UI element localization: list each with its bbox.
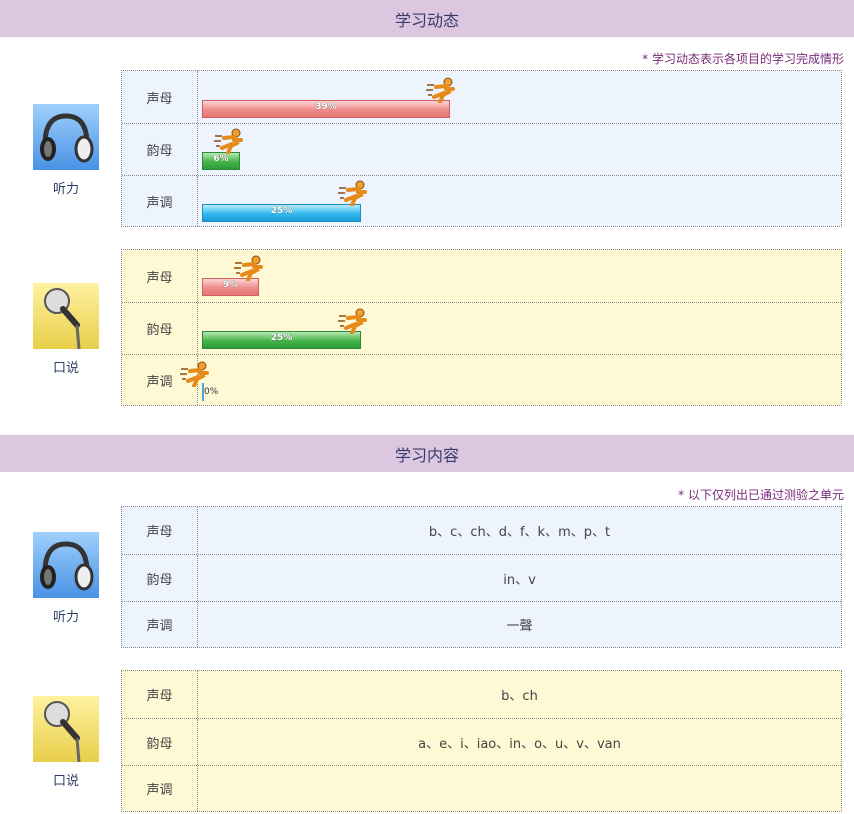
- progress-bar: 39%: [202, 100, 450, 118]
- dynamics-section-header: 学习动态: [0, 0, 854, 37]
- progress-percent: 25%: [270, 206, 293, 216]
- runner-icon: [426, 77, 455, 103]
- listening-caption: 听力: [52, 610, 79, 625]
- progress-bar: 6%: [202, 152, 240, 170]
- listening-side: 听力: [33, 104, 99, 197]
- row-value: in、v: [503, 572, 536, 588]
- runner-icon: [214, 128, 243, 154]
- row-label: 声母: [122, 671, 198, 718]
- runner-icon: [338, 180, 367, 206]
- row-value: [198, 766, 841, 811]
- progress-bar: 25%: [202, 204, 361, 222]
- listening-progress-table: 声母 39% 韵母 6% 声调 25%: [121, 70, 842, 227]
- row-label: 韵母: [122, 124, 198, 175]
- row-label: 声调: [122, 176, 198, 226]
- progress-cell: 9%: [198, 250, 841, 302]
- microphone-icon: [33, 283, 99, 350]
- row-value: a、e、i、iao、in、o、u、v、van: [418, 736, 621, 752]
- listening-content-table: 声母 b、c、ch、d、f、k、m、p、t 韵母 in、v 声调 一聲: [121, 506, 842, 648]
- progress-cell: 6%: [198, 124, 841, 175]
- microphone-icon: [33, 696, 99, 763]
- content-title: 学习内容: [394, 445, 459, 465]
- table-row: 声调 0%: [122, 354, 841, 405]
- table-row: 韵母 a、e、i、iao、in、o、u、v、van: [122, 718, 841, 765]
- row-label: 韵母: [122, 303, 198, 354]
- row-value: b、ch: [501, 689, 538, 704]
- row-label: 韵母: [122, 719, 198, 765]
- row-label: 声母: [122, 250, 198, 302]
- speaking-side: 口说: [33, 696, 99, 789]
- runner-icon: [234, 255, 263, 281]
- content-section-header: 学习内容: [0, 435, 854, 472]
- table-row: 声母 b、ch: [122, 671, 841, 718]
- listening-side: 听力: [33, 532, 99, 625]
- table-row: 韵母 in、v: [122, 554, 841, 601]
- content-note: * 以下仅列出已通过测验之单元: [678, 488, 844, 502]
- table-row: 韵母 6%: [122, 123, 841, 175]
- progress-cell: 25%: [198, 303, 841, 354]
- row-label: 声母: [122, 507, 198, 554]
- progress-cell: 39%: [198, 71, 841, 123]
- table-row: 声母 39%: [122, 71, 841, 123]
- table-row: 声母 b、c、ch、d、f、k、m、p、t: [122, 507, 841, 554]
- listening-caption: 听力: [52, 182, 79, 197]
- progress-cell: 0%: [180, 355, 841, 405]
- speaking-side: 口说: [33, 283, 99, 376]
- progress-percent: 0%: [204, 387, 219, 397]
- row-label: 声调: [122, 766, 198, 811]
- headphones-icon: [33, 104, 99, 170]
- speaking-progress-table: 声母 9% 韵母 25% 声调 0%: [121, 249, 842, 406]
- row-value: 一聲: [506, 619, 533, 634]
- progress-percent: 6%: [213, 154, 229, 164]
- table-row: 声调 25%: [122, 175, 841, 226]
- speaking-content-table: 声母 b、ch 韵母 a、e、i、iao、in、o、u、v、van 声调: [121, 670, 842, 812]
- dynamics-note: * 学习动态表示各项目的学习完成情形: [642, 52, 844, 66]
- row-label: 韵母: [122, 555, 198, 601]
- row-label: 声母: [122, 71, 198, 123]
- row-value: b、c、ch、d、f、k、m、p、t: [428, 525, 611, 540]
- table-row: 声母 9%: [122, 250, 841, 302]
- row-label: 声调: [122, 602, 198, 647]
- speaking-caption: 口说: [52, 774, 79, 789]
- progress-percent: 25%: [270, 333, 293, 343]
- progress-cell: 25%: [198, 176, 841, 226]
- dynamics-title: 学习动态: [394, 10, 459, 30]
- table-row: 声调: [122, 765, 841, 811]
- progress-percent: 39%: [315, 102, 337, 112]
- table-row: 声调 一聲: [122, 601, 841, 647]
- runner-icon: [180, 361, 209, 387]
- speaking-caption: 口说: [52, 361, 79, 376]
- headphones-icon: [33, 532, 99, 598]
- table-row: 韵母 25%: [122, 302, 841, 354]
- progress-percent: 9%: [222, 280, 239, 290]
- runner-icon: [338, 308, 367, 334]
